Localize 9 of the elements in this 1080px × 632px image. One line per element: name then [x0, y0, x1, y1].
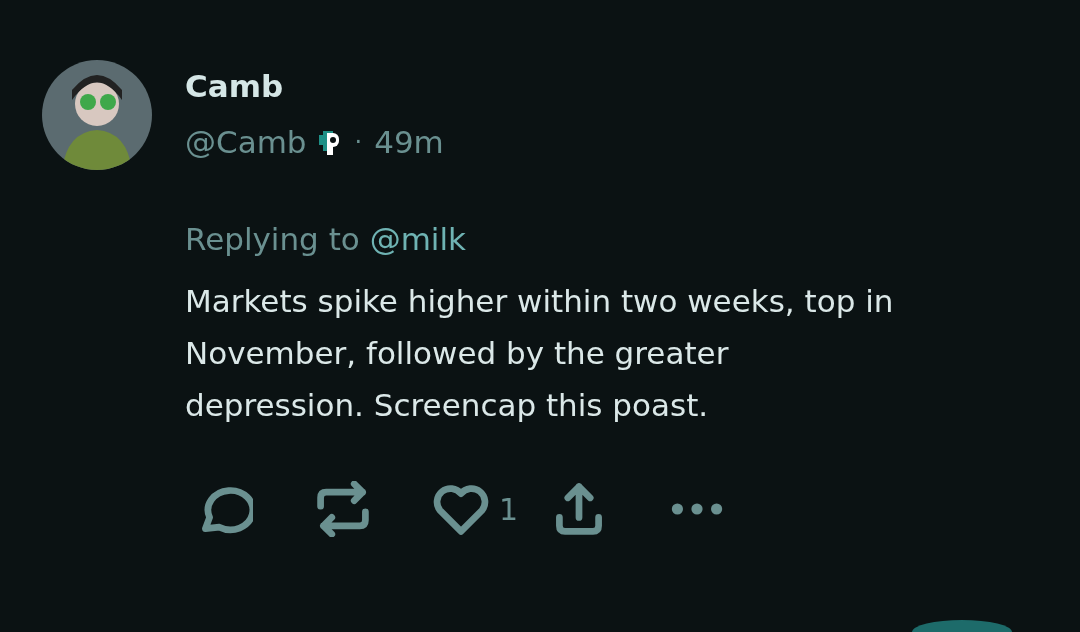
- mention-link[interactable]: @milk: [369, 221, 466, 257]
- post-text: Markets spike higher within two weeks, top in November, followed by the greater depression. Screencap this poast.: [185, 282, 895, 425]
- time-separator: ·: [354, 128, 363, 156]
- author-handle[interactable]: @Camb: [185, 122, 307, 162]
- repost-icon[interactable]: [315, 481, 371, 537]
- reply-context: Replying to @milk: [185, 220, 467, 259]
- post-time: 49m: [374, 123, 444, 162]
- like-count: 1: [499, 491, 519, 527]
- author-name[interactable]: Camb: [185, 68, 1045, 104]
